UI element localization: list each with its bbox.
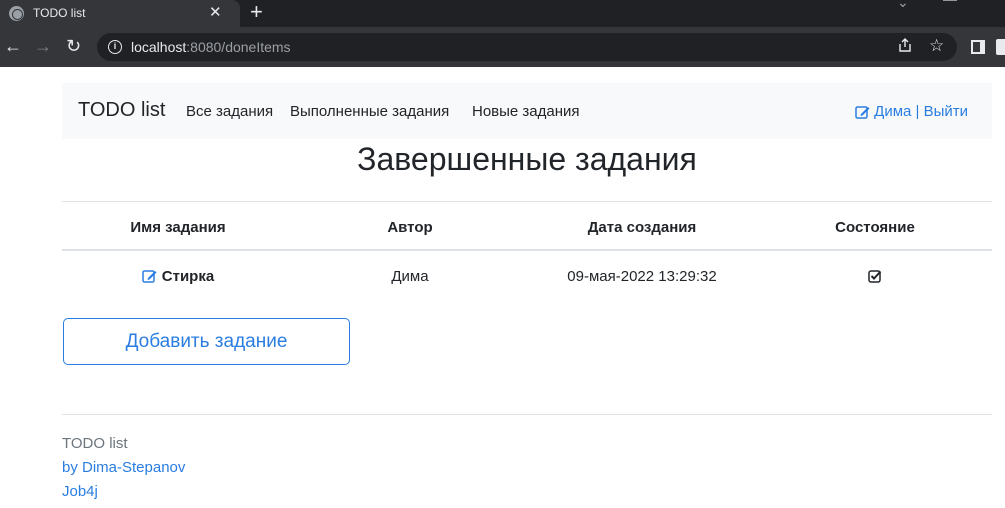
- browser-toolbar: ← → ↻ i localhost:8080/doneItems ☆: [0, 27, 1005, 67]
- task-name-cell: Стирка: [62, 251, 294, 301]
- user-logout-label[interactable]: Дима | Выйти: [874, 103, 968, 120]
- header-status: Состояние: [835, 218, 915, 236]
- back-button[interactable]: ←: [4, 35, 22, 57]
- info-icon[interactable]: i: [108, 40, 122, 54]
- navbar: TODO list Все задания Выполненные задани…: [62, 83, 992, 139]
- url-text[interactable]: localhost:8080/doneItems: [131, 39, 291, 55]
- tab-title: TODO list: [33, 6, 86, 20]
- header-author: Автор: [387, 218, 433, 236]
- header-task-name: Имя задания: [130, 218, 226, 236]
- nav-all-tasks[interactable]: Все задания: [186, 103, 273, 120]
- add-task-button[interactable]: Добавить задание: [63, 318, 350, 365]
- close-tab-icon[interactable]: ✕: [209, 3, 222, 21]
- footer-author-link[interactable]: by Dima-Stepanov: [62, 459, 185, 476]
- address-bar[interactable]: i localhost:8080/doneItems ☆: [97, 33, 957, 61]
- header-created: Дата создания: [587, 218, 697, 236]
- task-name[interactable]: Стирка: [162, 268, 214, 285]
- task-status-cell: [758, 251, 992, 301]
- edit-task-icon[interactable]: [142, 269, 157, 283]
- profile-icon[interactable]: [996, 39, 1005, 55]
- tab-search-icon[interactable]: ⌄: [897, 0, 909, 11]
- table-row: Стирка Дима 09-мая-2022 13:29:32: [62, 251, 992, 301]
- user-logout-link[interactable]: Дима | Выйти: [855, 103, 968, 120]
- checked-checkbox-icon: [868, 269, 882, 283]
- minimize-icon[interactable]: —: [943, 0, 957, 7]
- page-title: Завершенные задания: [357, 141, 697, 177]
- bookmark-star-icon[interactable]: ☆: [929, 36, 944, 56]
- browser-tab-bar: TODO list ✕ + ⌄ —: [0, 0, 1005, 27]
- nav-new-tasks[interactable]: Новые задания: [472, 103, 580, 120]
- globe-icon: [9, 6, 24, 21]
- new-tab-button[interactable]: +: [250, 1, 263, 23]
- edit-icon: [855, 105, 870, 119]
- footer-title: TODO list: [62, 435, 128, 452]
- tasks-table: Имя задания Автор Дата создания Состояни…: [62, 201, 992, 301]
- side-panel-icon[interactable]: [971, 40, 985, 54]
- share-icon[interactable]: [897, 37, 913, 57]
- brand[interactable]: TODO list: [78, 99, 165, 122]
- task-created: 09-мая-2022 13:29:32: [567, 267, 717, 285]
- task-author: Дима: [391, 267, 429, 285]
- footer-job4j-link[interactable]: Job4j: [62, 483, 98, 500]
- task-link[interactable]: Стирка: [142, 268, 214, 285]
- forward-button[interactable]: →: [34, 35, 52, 57]
- browser-tab[interactable]: TODO list ✕: [0, 0, 240, 27]
- reload-button[interactable]: ↻: [66, 35, 81, 57]
- table-header-row: Имя задания Автор Дата создания Состояни…: [62, 201, 992, 251]
- footer-divider: [62, 414, 992, 415]
- nav-done-tasks[interactable]: Выполненные задания: [290, 103, 449, 120]
